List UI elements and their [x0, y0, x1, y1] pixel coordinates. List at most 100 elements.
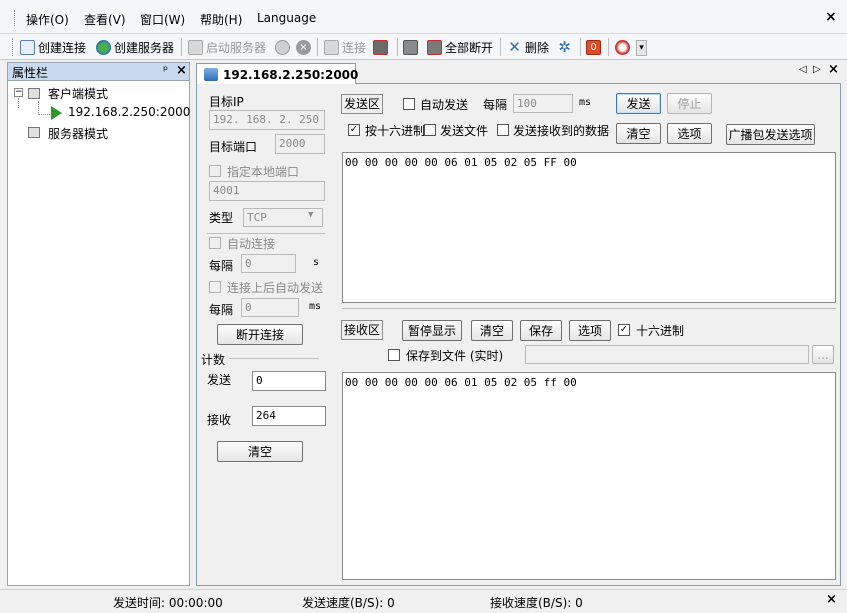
toolbar-separator — [580, 38, 581, 56]
target-port-input[interactable]: 2000 — [275, 134, 325, 154]
reconnect-interval-input[interactable]: 0 — [241, 254, 296, 273]
stop-server-button[interactable]: × — [296, 37, 314, 57]
recv-hex-checkbox[interactable]: ✓ — [618, 324, 630, 336]
play-icon — [51, 106, 62, 120]
menu-language[interactable]: Language — [257, 11, 316, 25]
delete-all-button[interactable]: ✲ — [557, 37, 575, 57]
connection-tab-icon — [204, 68, 218, 81]
send-clear-button[interactable]: 清空 — [616, 123, 661, 144]
send-received-label: 发送接收到的数据 — [513, 124, 610, 138]
local-port-input[interactable]: 4001 — [209, 181, 325, 201]
broadcast-options-button[interactable]: 广播包发送选项 — [726, 124, 815, 145]
pause-display-button[interactable]: 暂停显示 — [402, 320, 462, 341]
browse-file-button[interactable]: ... — [812, 345, 834, 364]
document-tabstrip: 192.168.2.250:2000 ◁ ▷ × — [196, 62, 841, 85]
auto-connect-checkbox[interactable] — [209, 237, 221, 249]
send-interval-unit: ms — [579, 97, 592, 108]
toolbar-separator — [317, 38, 318, 56]
pin-icon[interactable]: ᵖ — [163, 63, 168, 77]
send-area-title: 发送区 — [341, 94, 384, 114]
send-file-label: 发送文件 — [440, 124, 489, 138]
tree-collapse-icon[interactable]: − — [14, 88, 23, 97]
tree-connector — [18, 98, 19, 108]
status-bar: 发送时间: 00:00:00 发送速度(B/S): 0 接收速度(B/S): 0… — [0, 589, 847, 613]
disconnect-all-button[interactable]: 全部断开 — [427, 37, 493, 57]
disconnect-button[interactable] — [373, 37, 391, 57]
tab-connection[interactable]: 192.168.2.250:2000 — [196, 63, 359, 85]
send-count-label: 发送 — [207, 373, 232, 387]
recv-count-field: 264 — [252, 406, 326, 426]
toolbar-grip — [12, 38, 15, 56]
properties-panel: 属性栏 ᵖ × − 客户端模式 192.168.2.250:2000 服务器模式 — [7, 62, 190, 586]
panel-close-icon[interactable]: × — [176, 63, 187, 78]
divider — [207, 233, 325, 234]
tab-nav-right-icon[interactable]: ▷ — [813, 64, 821, 75]
recv-options-button[interactable]: 选项 — [569, 320, 611, 341]
interval-label: 每隔 — [209, 259, 234, 273]
menu-operate[interactable]: 操作(O) — [26, 11, 69, 28]
menu-bar: 操作(O) 查看(V) 窗口(W) 帮助(H) Language × — [0, 0, 847, 34]
clear-counter-button[interactable]: 清空 — [217, 441, 303, 462]
tree-connector — [38, 101, 39, 115]
send-data-textarea[interactable]: 00 00 00 00 00 06 01 05 02 05 FF 00 — [342, 152, 836, 303]
tree-connector — [38, 114, 50, 115]
send-button[interactable]: 发送 — [616, 93, 661, 114]
delete-button[interactable]: ✕ 删除 — [507, 37, 549, 57]
stop-button[interactable]: 停止 — [667, 93, 712, 114]
send-hex-checkbox[interactable]: ✓ — [348, 124, 360, 136]
recv-clear-button[interactable]: 清空 — [471, 320, 513, 341]
window-close-icon[interactable]: × — [825, 9, 837, 25]
connection-panel: 目标IP 192. 168. 2. 250 目标端口 2000 指定本地端口 4… — [196, 84, 841, 586]
auto-send-checkbox[interactable] — [403, 98, 415, 110]
toolbar-separator — [608, 38, 609, 56]
about-button[interactable] — [615, 37, 633, 57]
send-interval-input[interactable]: 100 — [513, 94, 573, 113]
create-connection-button[interactable]: 创建连接 — [20, 37, 86, 57]
tab-connection-label: 192.168.2.250:2000 — [223, 67, 359, 82]
power-button[interactable]: 0 — [586, 37, 604, 57]
save-file-path-input[interactable] — [525, 345, 809, 364]
type-select-value: TCP — [247, 211, 267, 224]
send-file-checkbox[interactable] — [424, 124, 436, 136]
power-icon: 0 — [586, 39, 601, 55]
tree-item-connection[interactable]: 192.168.2.250:2000 — [68, 105, 190, 119]
create-server-label: 创建服务器 — [114, 40, 175, 55]
tab-close-icon[interactable]: × — [828, 62, 839, 77]
send-options-button[interactable]: 选项 — [667, 123, 712, 144]
tree-item-client-mode[interactable]: 客户端模式 — [48, 85, 108, 102]
menu-grip — [14, 10, 17, 26]
save-to-file-checkbox[interactable] — [388, 349, 400, 361]
connect-button[interactable]: 连接 — [324, 37, 366, 57]
type-label: 类型 — [209, 211, 234, 225]
target-port-label: 目标端口 — [209, 140, 258, 154]
create-connection-label: 创建连接 — [38, 40, 87, 55]
start-server-label: 启动服务器 — [206, 40, 267, 55]
tree-item-server-mode[interactable]: 服务器模式 — [48, 125, 108, 142]
start-server-button[interactable]: 启动服务器 — [188, 37, 266, 57]
disconnect-connection-button[interactable]: 断开连接 — [217, 324, 303, 345]
local-port-checkbox[interactable] — [209, 165, 221, 177]
toolbar-overflow-chevron-icon[interactable]: ▾ — [636, 40, 647, 56]
recv-data-textarea[interactable]: 00 00 00 00 00 06 01 05 02 05 ff 00 — [342, 372, 836, 580]
local-port-label: 指定本地端口 — [227, 165, 300, 179]
type-select[interactable]: TCP ▼ — [243, 208, 323, 227]
tab-nav-left-icon[interactable]: ◁ — [799, 64, 807, 75]
toolbar-separator — [500, 38, 501, 56]
auto-send-on-connect-checkbox[interactable] — [209, 281, 221, 293]
send-received-checkbox[interactable] — [497, 124, 509, 136]
auto-connect-label: 自动连接 — [227, 237, 276, 251]
auto-send-interval-input[interactable]: 0 — [241, 298, 299, 317]
statusbar-close-icon[interactable]: × — [826, 592, 837, 607]
menu-view[interactable]: 查看(V) — [84, 11, 126, 28]
menu-help[interactable]: 帮助(H) — [200, 11, 242, 28]
target-ip-input[interactable]: 192. 168. 2. 250 — [209, 110, 325, 130]
interval2-unit-label: ms — [309, 301, 322, 312]
disconnect-one-button[interactable] — [403, 37, 421, 57]
create-server-button[interactable]: 创建服务器 — [96, 37, 174, 57]
server-settings-button[interactable] — [275, 37, 293, 57]
disconnect-all-label: 全部断开 — [445, 40, 494, 55]
menu-window[interactable]: 窗口(W) — [140, 11, 185, 28]
send-count-field: 0 — [252, 371, 326, 391]
auto-send-label: 自动发送 — [420, 98, 469, 112]
recv-save-button[interactable]: 保存 — [520, 320, 562, 341]
